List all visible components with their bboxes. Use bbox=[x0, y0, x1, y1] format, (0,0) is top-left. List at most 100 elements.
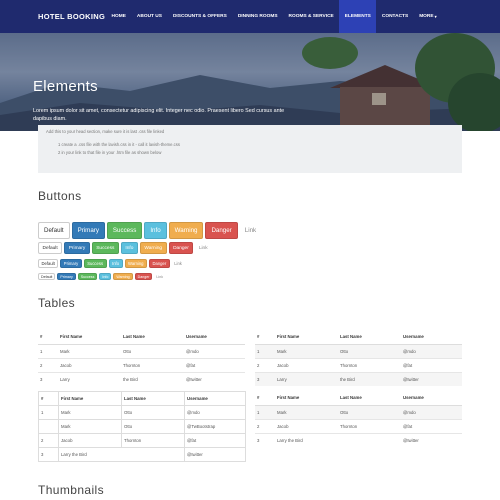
nav-more[interactable]: MORE ▾ bbox=[414, 0, 442, 33]
primary-button[interactable]: Primary bbox=[60, 259, 82, 268]
table-cell: @mdo bbox=[184, 405, 246, 420]
info-line: Add this to your head section, make sure… bbox=[46, 129, 165, 134]
section-title-thumbnails: Thumbnails bbox=[38, 483, 105, 497]
table-cell: 3 bbox=[255, 432, 275, 447]
default-button[interactable]: Default bbox=[38, 222, 70, 239]
header-cell: Last Name bbox=[121, 330, 184, 345]
danger-button[interactable]: Danger bbox=[168, 242, 194, 254]
table-cell: 2 bbox=[255, 418, 275, 433]
table-cell: @fat bbox=[184, 357, 245, 372]
table-row: 3 Larry the Bird @twitter bbox=[255, 371, 462, 386]
table-row: 3 Larry the Bird @twitter bbox=[38, 371, 245, 386]
info-button[interactable]: Info bbox=[144, 222, 167, 239]
table-cell: Otto bbox=[338, 343, 401, 358]
default-button[interactable]: Default bbox=[38, 273, 56, 280]
info-button[interactable]: Info bbox=[120, 242, 138, 254]
link-button[interactable]: Link bbox=[195, 242, 211, 254]
table-cell: @mdo bbox=[184, 343, 245, 358]
success-button[interactable]: Success bbox=[91, 242, 119, 254]
table-cell: 3 bbox=[38, 371, 58, 386]
warning-button[interactable]: Warning bbox=[168, 222, 204, 239]
nav-rooms-service[interactable]: ROOMS & SERVICE bbox=[283, 0, 339, 33]
warning-button[interactable]: Warning bbox=[113, 273, 133, 280]
table-cell: @twitter bbox=[401, 432, 462, 447]
chevron-down-icon: ▾ bbox=[434, 14, 437, 19]
hero-banner: Elements Lorem ipsum dolor sit amet, con… bbox=[0, 33, 500, 131]
warning-button[interactable]: Warning bbox=[139, 242, 167, 254]
table-cell: Mark bbox=[275, 343, 338, 358]
link-button[interactable]: Link bbox=[154, 273, 165, 280]
section-title-buttons: Buttons bbox=[38, 189, 82, 203]
primary-button[interactable]: Primary bbox=[57, 273, 76, 280]
table-row: 1 Mark Otto @mdo bbox=[255, 404, 462, 419]
table-cell: 1 bbox=[38, 343, 58, 358]
table-row: 2 Jacob Thornton @fat bbox=[38, 357, 245, 372]
table-cell: 1 bbox=[38, 405, 59, 420]
table-cell: @twitter bbox=[401, 371, 462, 386]
table-cell: Otto bbox=[121, 405, 185, 420]
table-cell: Mark bbox=[58, 405, 122, 420]
header-cell: Last Name bbox=[338, 391, 401, 406]
table-cell: 2 bbox=[38, 433, 59, 448]
table-header-row: # First Name Last Name Username bbox=[38, 330, 245, 345]
nav-home[interactable]: HOME bbox=[106, 0, 131, 33]
warning-button[interactable]: Warning bbox=[124, 259, 147, 268]
info-line: 1 create a .css file with the lavish.css… bbox=[58, 142, 180, 147]
nav-discounts-offers[interactable]: DISCOUNTS & OFFERS bbox=[167, 0, 232, 33]
info-button[interactable]: Info bbox=[99, 273, 112, 280]
default-button[interactable]: Default bbox=[38, 242, 63, 254]
table-cell: Thornton bbox=[121, 357, 184, 372]
table-cell: Thornton bbox=[338, 357, 401, 372]
danger-button[interactable]: Danger bbox=[205, 222, 238, 239]
header-cell: Username bbox=[184, 391, 246, 406]
button-row-default: Default Primary Success Info Warning Dan… bbox=[38, 242, 213, 254]
success-button[interactable]: Success bbox=[77, 273, 98, 280]
table-cell: @twitter bbox=[184, 447, 246, 462]
primary-button[interactable]: Primary bbox=[64, 242, 90, 254]
nav-elements[interactable]: ELEMENTS bbox=[339, 0, 377, 33]
table-cell: @twitter bbox=[184, 371, 245, 386]
danger-button[interactable]: Danger bbox=[148, 259, 170, 268]
header-cell: First Name bbox=[275, 391, 338, 406]
header-cell: Last Name bbox=[338, 330, 401, 345]
success-button[interactable]: Success bbox=[83, 259, 107, 268]
button-row-large: Default Primary Success Info Warning Dan… bbox=[38, 222, 263, 239]
danger-button[interactable]: Danger bbox=[134, 273, 153, 280]
primary-button[interactable]: Primary bbox=[71, 222, 105, 239]
table-cell: Thornton bbox=[121, 433, 185, 448]
hero-description: Lorem ipsum dolor sit amet, consectetur … bbox=[33, 108, 285, 122]
table-cell: the Bird bbox=[121, 371, 184, 386]
table-basic: # First Name Last Name Username 1 Mark O… bbox=[38, 330, 245, 386]
header-cell: # bbox=[255, 391, 275, 406]
header-cell: # bbox=[38, 391, 59, 406]
table-cell bbox=[38, 419, 59, 434]
table-cell: Jacob bbox=[275, 357, 338, 372]
table-cell: 2 bbox=[255, 357, 275, 372]
table-cell: @mdo bbox=[401, 343, 462, 358]
success-button[interactable]: Success bbox=[106, 222, 143, 239]
table-cell: Mark bbox=[275, 404, 338, 419]
section-title-tables: Tables bbox=[38, 296, 76, 310]
table-header-row: # First Name Last Name Username bbox=[255, 330, 462, 345]
nav-dinning-rooms[interactable]: DINNING ROOMS bbox=[232, 0, 283, 33]
table-row: 3 Larry the Bird @twitter bbox=[255, 432, 462, 447]
table-cell: Larry bbox=[275, 371, 338, 386]
table-hover: # First Name Last Name Username 1 Mark O… bbox=[255, 391, 462, 447]
table-cell: @mdo bbox=[401, 404, 462, 419]
info-button[interactable]: Info bbox=[108, 259, 123, 268]
default-button[interactable]: Default bbox=[38, 259, 59, 268]
button-row-small: Default Primary Success Info Warning Dan… bbox=[38, 259, 186, 268]
main-nav: HOME ABOUT US DISCOUNTS & OFFERS DINNING… bbox=[106, 0, 442, 33]
info-line: 2 in your link to that file in your .htm… bbox=[58, 150, 162, 155]
header-cell: Username bbox=[184, 330, 245, 345]
table-row: 1 Mark Otto @mdo bbox=[255, 343, 462, 358]
table-cell: @fat bbox=[184, 433, 246, 448]
nav-about-us[interactable]: ABOUT US bbox=[131, 0, 167, 33]
brand-logo[interactable]: HOTEL BOOKING bbox=[38, 12, 106, 21]
link-button[interactable]: Link bbox=[172, 259, 185, 268]
table-cell: Otto bbox=[338, 404, 401, 419]
nav-contacts[interactable]: CONTACTS bbox=[376, 0, 413, 33]
header-cell: First Name bbox=[58, 391, 122, 406]
table-row: 2 Jacob Thornton @fat bbox=[255, 357, 462, 372]
link-button[interactable]: Link bbox=[240, 222, 261, 239]
